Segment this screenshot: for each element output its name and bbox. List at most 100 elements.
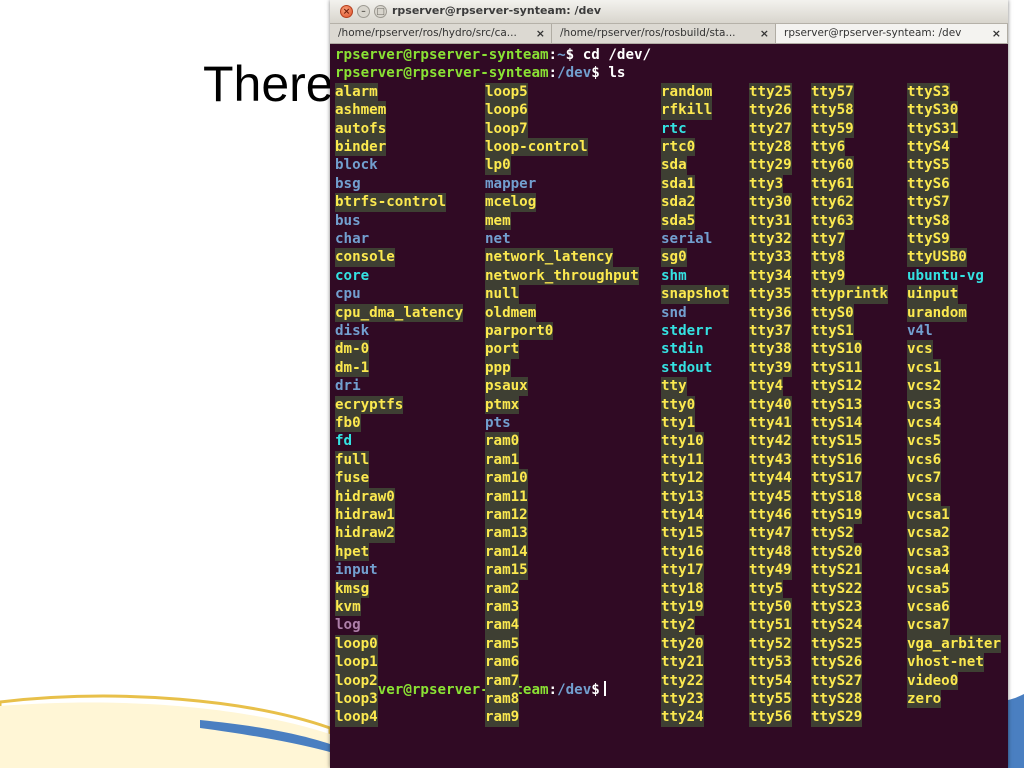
ls-entry: bus [335, 212, 361, 229]
ls-entry: ttyS12 [811, 377, 863, 396]
ls-entry: sda [661, 156, 687, 175]
ls-entry: ttyS25 [811, 634, 863, 654]
ls-entry: tty16 [661, 542, 704, 562]
terminal-window[interactable]: × – □ rpserver@rpserver-synteam: /dev /h… [330, 0, 1008, 768]
ls-entry: vcsa4 [907, 561, 950, 580]
tab-dev-terminal[interactable]: rpserver@rpserver-synteam: /dev × [776, 24, 1008, 43]
ls-entry: tty43 [749, 450, 792, 470]
ls-entry: vcsa3 [907, 542, 950, 562]
ls-entry: tty15 [661, 524, 704, 543]
ls-entry: mapper [485, 175, 537, 192]
ls-entry: video0 [907, 671, 959, 690]
ls-entry: tty26 [749, 101, 792, 120]
ls-entry: block [335, 157, 378, 174]
minimize-window-button[interactable]: – [357, 5, 370, 18]
ls-entry: snapshot [661, 285, 730, 304]
ls-entry: ttyS4 [907, 137, 950, 157]
maximize-window-button[interactable]: □ [374, 5, 387, 18]
terminal-screen[interactable]: rpserver@rpserver-synteam:~$ cd /dev/ rp… [335, 46, 1008, 768]
ls-entry: vcs5 [907, 432, 942, 451]
tab-rosbuild[interactable]: /home/rpserver/ros/rosbuild/sta... × [552, 24, 776, 43]
ls-entry: tty40 [749, 395, 792, 414]
ls-entry: network_throughput [485, 266, 639, 286]
ls-entry: binder [335, 137, 387, 157]
ls-entry: ppp [485, 358, 511, 378]
ls-entry: rtc0 [661, 137, 696, 157]
ls-entry: vga_arbiter [907, 634, 1001, 654]
tab-label: rpserver@rpserver-synteam: /dev [784, 27, 962, 39]
tab-close-icon[interactable]: × [536, 24, 545, 43]
window-title: rpserver@rpserver-synteam: /dev [392, 4, 602, 17]
ls-entry: hidraw1 [335, 505, 395, 525]
command-text: ls [608, 65, 626, 82]
ls-entry: serial [661, 230, 713, 247]
ls-entry: ttyS20 [811, 542, 863, 562]
ls-entry: tty8 [811, 248, 846, 267]
ls-entry: tty57 [811, 82, 854, 102]
ls-entry: ttyS0 [811, 303, 854, 322]
tab-close-icon[interactable]: × [992, 24, 1001, 43]
ls-entry: sg0 [661, 248, 687, 267]
ls-entry: tty12 [661, 469, 704, 488]
ls-entry: hpet [335, 542, 370, 562]
ls-entry: tty29 [749, 156, 792, 175]
ls-entry: mem [485, 211, 511, 230]
ls-entry: lp0 [485, 156, 511, 175]
ls-entry: loop1 [335, 653, 378, 672]
prompt-path: /dev [557, 65, 592, 82]
ls-entry: ram10 [485, 469, 528, 488]
ls-entry: tty0 [661, 395, 696, 414]
ls-entry: tty37 [749, 321, 792, 341]
ls-entry: tty20 [661, 634, 704, 654]
ls-entry: net [485, 230, 511, 247]
ls-entry: ttyS23 [811, 597, 863, 617]
ls-entry: ram7 [485, 671, 520, 690]
ls-entry: ram13 [485, 524, 528, 543]
ls-entry: uinput [907, 285, 959, 304]
ls-entry: tty14 [661, 505, 704, 525]
tab-label: /home/rpserver/ros/rosbuild/sta... [560, 27, 736, 39]
ls-entry: tty34 [749, 266, 792, 286]
ls-entry: rfkill [661, 101, 713, 120]
ls-entry: loop4 [335, 708, 378, 727]
ls-entry: tty53 [749, 653, 792, 672]
ls-entry: shm [661, 267, 687, 284]
ls-entry: vhost-net [907, 653, 984, 672]
ls-entry: cpu_dma_latency [335, 303, 464, 322]
ls-entry: tty27 [749, 119, 792, 138]
prompt-line-ls: rpserver@rpserver-synteam:/dev$ ls [335, 65, 626, 82]
ls-output: alarm ashmem autofs binder block bsg btrfs-con… [335, 82, 1008, 727]
ls-entry: snd [661, 304, 687, 321]
ls-entry: btrfs-control [335, 193, 447, 212]
ls-entry: tty31 [749, 211, 792, 230]
tab-bar: /home/rpserver/ros/hydro/src/ca... × /ho… [330, 24, 1008, 44]
ls-entry: tty55 [749, 689, 792, 709]
ls-entry: ttyS1 [811, 321, 854, 341]
ls-entry: tty45 [749, 487, 792, 506]
tab-label: /home/rpserver/ros/hydro/src/ca... [338, 27, 517, 39]
tab-close-icon[interactable]: × [760, 24, 769, 43]
tab-hydro-src[interactable]: /home/rpserver/ros/hydro/src/ca... × [330, 24, 552, 43]
ls-entry: ttyS9 [907, 229, 950, 249]
ls-entry: vcs7 [907, 469, 942, 488]
ls-entry: ram0 [485, 432, 520, 451]
ls-entry: full [335, 450, 370, 470]
close-window-button[interactable]: × [340, 5, 353, 18]
ls-entry: tty33 [749, 248, 792, 267]
ls-entry: stdin [661, 341, 704, 358]
ls-entry: tty41 [749, 413, 792, 433]
ls-entry: vcsa7 [907, 616, 950, 635]
ls-entry: loop6 [485, 101, 528, 120]
ls-entry: tty24 [661, 708, 704, 727]
ls-entry: fuse [335, 469, 370, 488]
ls-entry: loop-control [485, 137, 588, 157]
ls-entry: ram14 [485, 542, 528, 562]
ls-entry: ram4 [485, 616, 520, 635]
ls-entry: tty11 [661, 450, 704, 470]
ls-entry: vcs2 [907, 377, 942, 396]
ls-entry: tty54 [749, 671, 792, 690]
ls-entry: tty52 [749, 634, 792, 654]
window-titlebar[interactable]: × – □ rpserver@rpserver-synteam: /dev [330, 0, 1008, 24]
ls-entry: alarm [335, 82, 378, 102]
ls-entry: tty5 [749, 579, 784, 598]
